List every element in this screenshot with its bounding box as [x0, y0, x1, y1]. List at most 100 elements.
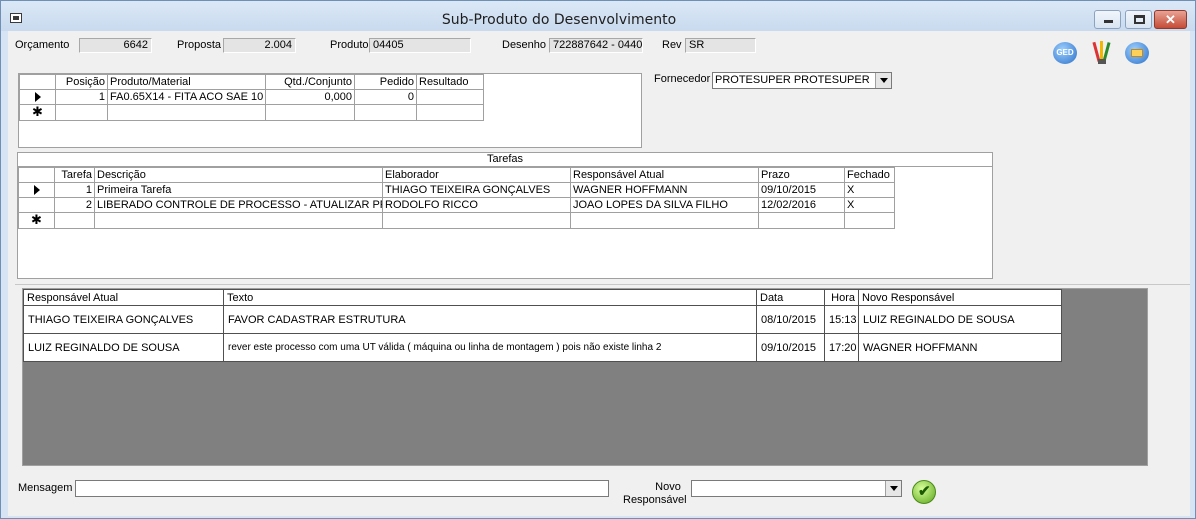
cell-hist-novo[interactable]: WAGNER HOFFMANN: [858, 333, 1062, 362]
current-row-arrow-icon: [34, 91, 41, 102]
new-row[interactable]: ✱: [19, 104, 484, 121]
mail-icon[interactable]: [1125, 42, 1149, 64]
col-hist-responsavel[interactable]: Responsável Atual: [23, 289, 224, 306]
col-qtd-conjunto[interactable]: Qtd./Conjunto: [265, 74, 355, 90]
cell-prazo[interactable]: 09/10/2015: [758, 182, 845, 198]
chevron-down-icon[interactable]: [885, 481, 901, 496]
cell-hist-hora[interactable]: 17:20: [824, 333, 859, 362]
col-hist-novo[interactable]: Novo Responsável: [858, 289, 1062, 306]
historico-grid[interactable]: Responsável Atual Texto Data Hora Novo R…: [22, 288, 1148, 466]
new-row-asterisk-icon: ✱: [31, 212, 42, 227]
tools-icon[interactable]: [1091, 39, 1113, 65]
title-bar[interactable]: Sub-Produto do Desenvolvimento ✕: [1, 1, 1195, 31]
new-row-selector[interactable]: ✱: [18, 212, 55, 229]
col-hist-texto[interactable]: Texto: [223, 289, 757, 306]
col-posicao[interactable]: Posição: [55, 74, 108, 90]
cell-tarefa[interactable]: 1: [54, 182, 95, 198]
minimize-button[interactable]: [1094, 10, 1121, 29]
col-elaborador[interactable]: Elaborador: [382, 167, 571, 183]
cell-descricao[interactable]: LIBERADO CONTROLE DE PROCESSO - ATUALIZA…: [94, 197, 383, 213]
col-resultado[interactable]: Resultado: [416, 74, 484, 90]
mensagem-label: Mensagem: [18, 482, 73, 494]
cell-tarefa[interactable]: 2: [54, 197, 95, 213]
table-row[interactable]: 1 Primeira Tarefa THIAGO TEIXEIRA GONÇAL…: [18, 182, 895, 198]
cell-qtd[interactable]: 0,000: [265, 89, 355, 105]
col-descricao[interactable]: Descrição: [94, 167, 383, 183]
rev-field[interactable]: SR: [685, 38, 756, 53]
table-row[interactable]: 2 LIBERADO CONTROLE DE PROCESSO - ATUALI…: [18, 197, 895, 213]
new-row[interactable]: ✱: [18, 212, 895, 229]
cell-posicao[interactable]: 1: [55, 89, 108, 105]
mensagem-input[interactable]: [75, 480, 609, 497]
cell-fechado[interactable]: X: [844, 197, 895, 213]
table-row[interactable]: LUIZ REGINALDO DE SOUSA rever este proce…: [23, 333, 1062, 362]
chevron-down-icon[interactable]: [875, 73, 891, 88]
col-tarefa[interactable]: Tarefa: [54, 167, 95, 183]
form-client-area: Orçamento 6642 Proposta 2.004 Produto 04…: [8, 31, 1190, 516]
col-fechado[interactable]: Fechado: [844, 167, 895, 183]
current-row-arrow-icon: [33, 184, 40, 195]
divider: [15, 284, 1190, 285]
produto-field[interactable]: 04405: [369, 38, 471, 53]
window-title: Sub-Produto do Desenvolvimento: [441, 12, 677, 28]
desenho-field[interactable]: 722887642 - 0440: [549, 38, 643, 53]
produto-label: Produto: [330, 39, 369, 51]
col-prazo[interactable]: Prazo: [758, 167, 845, 183]
col-produto-material[interactable]: Produto/Material: [107, 74, 266, 90]
novo-responsavel-select[interactable]: [691, 480, 902, 497]
ged-icon[interactable]: GED: [1053, 42, 1077, 64]
row-selector[interactable]: [18, 182, 55, 198]
proposta-label: Proposta: [177, 39, 222, 51]
row-selector[interactable]: [18, 197, 55, 213]
cell-descricao[interactable]: Primeira Tarefa: [94, 182, 383, 198]
proposta-field[interactable]: 2.004: [223, 38, 296, 53]
responsavel-label: Responsável: [623, 494, 687, 506]
rev-label: Rev: [662, 39, 682, 51]
cell-produto[interactable]: FA0.65X14 - FITA ACO SAE 10: [107, 89, 266, 105]
cell-fechado[interactable]: X: [844, 182, 895, 198]
novo-label: Novo: [655, 481, 681, 493]
new-row-asterisk-icon: ✱: [32, 104, 43, 119]
col-responsavel-atual[interactable]: Responsável Atual: [570, 167, 759, 183]
cell-elaborador[interactable]: RODOLFO RICCO: [382, 197, 571, 213]
tarefas-corner-cell: [18, 167, 55, 183]
cell-hist-texto[interactable]: rever este processo com uma UT válida ( …: [223, 333, 757, 362]
maximize-icon: [1134, 15, 1145, 24]
orcamento-label: Orçamento: [15, 39, 70, 51]
cell-hist-data[interactable]: 08/10/2015: [756, 305, 825, 334]
cell-hist-data[interactable]: 09/10/2015: [756, 333, 825, 362]
cell-elaborador[interactable]: THIAGO TEIXEIRA GONÇALVES: [382, 182, 571, 198]
col-hist-data[interactable]: Data: [756, 289, 825, 306]
cell-responsavel[interactable]: JOAO LOPES DA SILVA FILHO: [570, 197, 759, 213]
fornecedor-label: Fornecedor: [654, 73, 711, 85]
table-row[interactable]: 1 FA0.65X14 - FITA ACO SAE 10 0,000 0: [19, 89, 484, 105]
tarefas-grid[interactable]: Tarefas Tarefa Descrição Elaborador Resp…: [17, 152, 993, 279]
row-selector[interactable]: [19, 89, 56, 105]
table-row[interactable]: THIAGO TEIXEIRA GONÇALVES FAVOR CADASTRA…: [23, 305, 1062, 334]
orcamento-field[interactable]: 6642: [79, 38, 152, 53]
cell-pedido[interactable]: 0: [354, 89, 417, 105]
tarefas-caption: Tarefas: [18, 153, 992, 167]
col-hist-hora[interactable]: Hora: [824, 289, 859, 306]
close-icon: ✕: [1165, 12, 1176, 27]
minimize-icon: [1104, 20, 1113, 23]
confirm-check-icon[interactable]: ✔: [912, 480, 936, 504]
cell-prazo[interactable]: 12/02/2016: [758, 197, 845, 213]
window: Sub-Produto do Desenvolvimento ✕ Orçamen…: [0, 0, 1196, 519]
desenho-label: Desenho: [502, 39, 547, 51]
cell-hist-novo[interactable]: LUIZ REGINALDO DE SOUSA: [858, 305, 1062, 334]
close-button[interactable]: ✕: [1154, 10, 1187, 29]
cell-responsavel[interactable]: WAGNER HOFFMANN: [570, 182, 759, 198]
materials-grid[interactable]: Posição Produto/Material Qtd./Conjunto P…: [18, 73, 642, 148]
maximize-button[interactable]: [1125, 10, 1152, 29]
fornecedor-select[interactable]: PROTESUPER PROTESUPER: [712, 72, 892, 89]
cell-hist-responsavel[interactable]: LUIZ REGINALDO DE SOUSA: [23, 333, 224, 362]
cell-hist-texto[interactable]: FAVOR CADASTRAR ESTRUTURA: [223, 305, 757, 334]
col-pedido[interactable]: Pedido: [354, 74, 417, 90]
new-row-selector[interactable]: ✱: [19, 104, 56, 121]
cell-hist-responsavel[interactable]: THIAGO TEIXEIRA GONÇALVES: [23, 305, 224, 334]
materials-corner-cell: [19, 74, 56, 90]
cell-resultado[interactable]: [416, 89, 484, 105]
fornecedor-value: PROTESUPER PROTESUPER: [715, 74, 870, 86]
cell-hist-hora[interactable]: 15:13: [824, 305, 859, 334]
